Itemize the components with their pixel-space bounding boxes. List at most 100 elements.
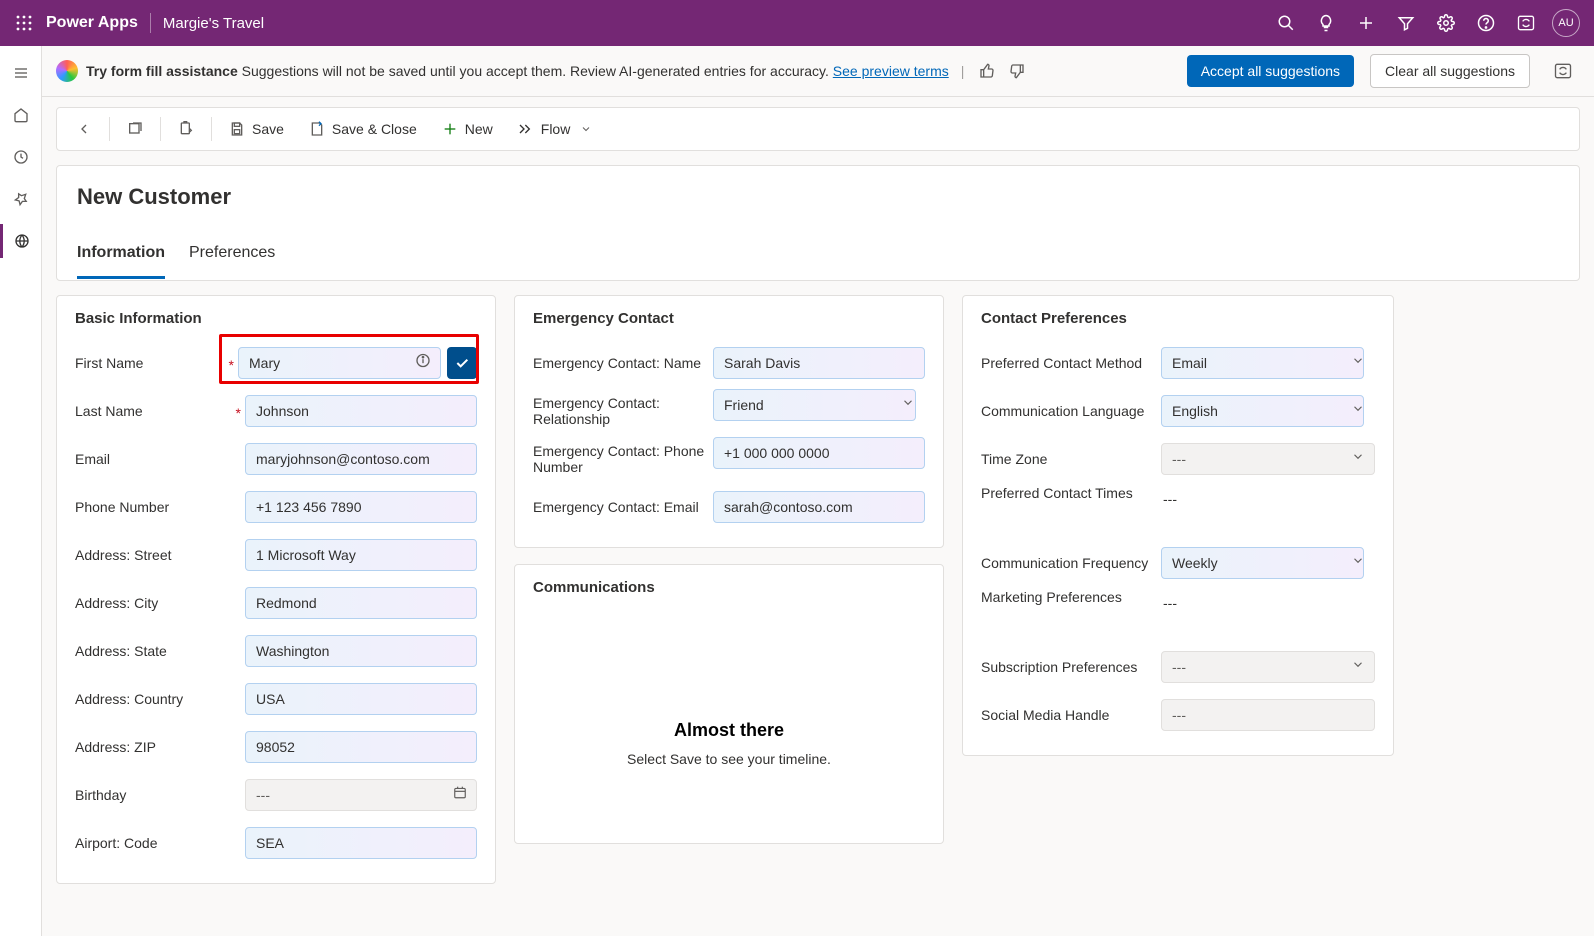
select-frequency[interactable] [1161, 547, 1375, 579]
gear-icon[interactable] [1426, 0, 1466, 46]
global-header: Power Apps Margie's Travel AU [0, 0, 1594, 46]
input-last-name[interactable] [245, 395, 477, 427]
banner-message: Suggestions will not be saved until you … [242, 63, 829, 79]
timeline-empty-msg: Select Save to see your timeline. [543, 751, 915, 767]
section-contact-preferences: Contact Preferences Preferred Contact Me… [962, 295, 1394, 756]
timeline-empty-title: Almost there [543, 720, 915, 741]
chevron-down-icon [901, 396, 915, 415]
form-tabs: Information Preferences [77, 238, 1559, 280]
plus-icon[interactable] [1346, 0, 1386, 46]
input-city[interactable] [245, 587, 477, 619]
select-timezone[interactable]: --- [1161, 443, 1375, 475]
select-comm-language[interactable] [1161, 395, 1375, 427]
input-street[interactable] [245, 539, 477, 571]
copilot-badge-icon [56, 60, 78, 82]
back-button[interactable] [65, 114, 103, 144]
label-state: Address: State [75, 643, 245, 659]
label-subs: Subscription Preferences [981, 659, 1161, 675]
section-title: Emergency Contact [533, 310, 925, 327]
input-ec-email[interactable] [713, 491, 925, 523]
copilot-sidepane-icon[interactable] [1546, 54, 1580, 88]
chevron-down-icon [1351, 658, 1365, 677]
value-marketing[interactable]: --- [1161, 589, 1179, 617]
section-title: Basic Information [75, 310, 477, 327]
page-title: New Customer [77, 184, 1559, 210]
select-subscriptions[interactable]: --- [1161, 651, 1375, 683]
input-birthday[interactable]: --- [245, 779, 477, 811]
accept-suggestion-button[interactable] [447, 347, 477, 379]
globe-icon[interactable] [0, 224, 42, 258]
label-marketing: Marketing Preferences [981, 589, 1161, 605]
new-button[interactable]: New [431, 114, 503, 144]
hamburger-icon[interactable] [0, 56, 42, 90]
section-communications: Communications Almost there Select Save … [514, 564, 944, 844]
label-phone: Phone Number [75, 499, 245, 515]
lightbulb-icon[interactable] [1306, 0, 1346, 46]
flow-button[interactable]: Flow [507, 114, 603, 144]
input-email[interactable] [245, 443, 477, 475]
input-ec-phone[interactable] [713, 437, 925, 469]
banner-title: Try form fill assistance [86, 63, 238, 79]
save-close-button[interactable]: Save & Close [298, 114, 427, 144]
help-icon[interactable] [1466, 0, 1506, 46]
label-first-name: First Name [75, 355, 238, 371]
label-street: Address: Street [75, 547, 245, 563]
assign-button[interactable] [167, 114, 205, 144]
pin-icon[interactable] [0, 182, 42, 216]
label-last-name: Last Name [75, 403, 245, 419]
select-pref-method[interactable] [1161, 347, 1375, 379]
input-first-name[interactable] [238, 347, 441, 379]
product-name[interactable]: Power Apps [46, 14, 138, 32]
thumbs-up-icon[interactable] [976, 60, 998, 82]
open-new-window-button[interactable] [116, 114, 154, 144]
app-name[interactable]: Margie's Travel [163, 15, 264, 32]
thumbs-down-icon[interactable] [1006, 60, 1028, 82]
info-icon[interactable] [415, 353, 431, 374]
chevron-down-icon [1351, 402, 1365, 421]
input-ec-name[interactable] [713, 347, 925, 379]
input-state[interactable] [245, 635, 477, 667]
home-icon[interactable] [0, 98, 42, 132]
record-header: New Customer Information Preferences [56, 165, 1580, 281]
left-nav-rail [0, 46, 42, 936]
label-frequency: Communication Frequency [981, 555, 1161, 571]
label-contact-times: Preferred Contact Times [981, 485, 1161, 501]
search-icon[interactable] [1266, 0, 1306, 46]
recent-icon[interactable] [0, 140, 42, 174]
label-ec-rel: Emergency Contact: Relationship [533, 389, 713, 427]
label-birthday: Birthday [75, 787, 245, 803]
accept-all-button[interactable]: Accept all suggestions [1187, 55, 1354, 87]
app-launcher-icon[interactable] [8, 7, 40, 39]
section-basic-information: Basic Information First Name [56, 295, 496, 884]
select-ec-relationship[interactable] [713, 389, 925, 421]
preview-terms-link[interactable]: See preview terms [833, 63, 949, 79]
label-email: Email [75, 451, 245, 467]
chevron-down-icon [1351, 450, 1365, 469]
user-avatar[interactable]: AU [1546, 0, 1586, 46]
label-comm-lang: Communication Language [981, 403, 1161, 419]
chevron-down-icon [1351, 554, 1365, 573]
label-timezone: Time Zone [981, 451, 1161, 467]
input-airport[interactable] [245, 827, 477, 859]
copilot-panel-icon[interactable] [1506, 0, 1546, 46]
label-ec-name: Emergency Contact: Name [533, 355, 713, 371]
input-zip[interactable] [245, 731, 477, 763]
section-title: Contact Preferences [981, 310, 1375, 327]
label-airport: Airport: Code [75, 835, 245, 851]
label-zip: Address: ZIP [75, 739, 245, 755]
value-contact-times[interactable]: --- [1161, 485, 1179, 513]
tab-preferences[interactable]: Preferences [189, 238, 275, 279]
header-divider [150, 13, 151, 33]
save-button[interactable]: Save [218, 114, 294, 144]
input-social-handle[interactable]: --- [1161, 699, 1375, 731]
label-city: Address: City [75, 595, 245, 611]
clear-all-button[interactable]: Clear all suggestions [1370, 54, 1530, 88]
input-phone[interactable] [245, 491, 477, 523]
filter-icon[interactable] [1386, 0, 1426, 46]
calendar-icon[interactable] [453, 786, 467, 805]
label-country: Address: Country [75, 691, 245, 707]
tab-information[interactable]: Information [77, 238, 165, 279]
input-country[interactable] [245, 683, 477, 715]
command-bar: Save Save & Close New Flow [56, 107, 1580, 151]
label-pref-method: Preferred Contact Method [981, 355, 1161, 371]
